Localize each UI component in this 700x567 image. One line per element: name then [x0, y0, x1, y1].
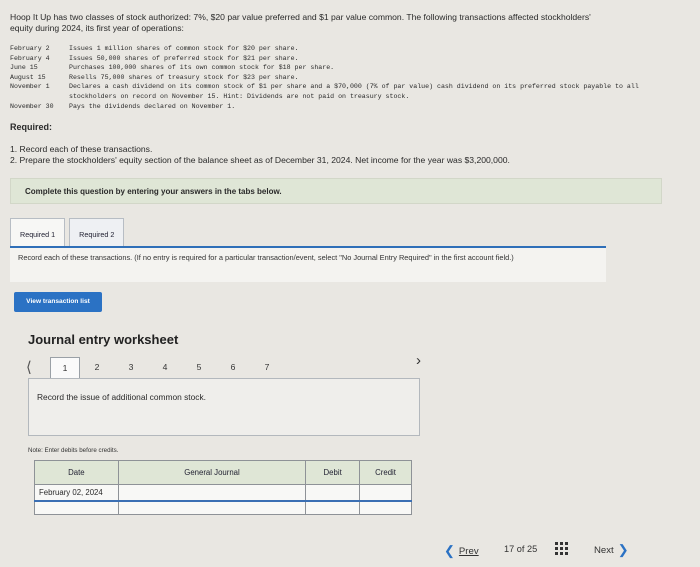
complete-instructions-bar: Complete this question by entering your … [10, 178, 662, 204]
transaction-date: August 15 [10, 73, 46, 81]
transaction-date: November 30 [10, 102, 54, 110]
account-cell[interactable] [117, 484, 307, 501]
general-journal-header: General Journal [117, 460, 307, 485]
view-transaction-list-button[interactable]: View transaction list [14, 292, 102, 312]
transaction-date: February 4 [10, 54, 50, 62]
entry-date-cell[interactable]: February 02, 2024 [34, 484, 119, 501]
transaction-date: June 15 [10, 64, 38, 72]
date-header: Date [34, 460, 119, 485]
instructions-panel: Record each of these transactions. (If n… [10, 246, 606, 282]
next-label: Next [594, 544, 614, 556]
transaction-list: February 2 Issues 1 million shares of com… [10, 44, 660, 111]
worksheet-page-tab[interactable]: 6 [216, 357, 250, 377]
debits-note: Note: Enter debits before credits. [28, 447, 119, 454]
transaction-date: February 2 [10, 45, 50, 52]
tab-required-1[interactable]: Required 1 [10, 218, 66, 246]
problem-intro: Hoop It Up has two classes of stock auth… [10, 12, 591, 33]
required-tabs: Required 1 Required 2 [10, 218, 125, 246]
transaction-row: November 30 Pays the dividends declared o… [10, 102, 660, 112]
transaction-text: Resells 75,000 shares of treasury stock … [69, 73, 299, 81]
transaction-text: Issues 50,000 shares of preferred stock … [69, 54, 299, 62]
required-list: 1. Record each of these transactions. 2.… [10, 144, 510, 166]
chevron-right-icon[interactable]: › [416, 352, 421, 369]
required-item: 1. Record each of these transactions. [10, 144, 153, 154]
date-cell [34, 499, 119, 515]
chevron-left-icon: ❮ [444, 543, 455, 558]
worksheet-title: Journal entry worksheet [28, 332, 179, 347]
table-row [34, 499, 412, 515]
chevron-right-icon: ❯ [617, 542, 629, 557]
transaction-date: November 1 [10, 83, 50, 91]
transaction-text: Purchases 100,000 shares of its own comm… [69, 64, 335, 72]
worksheet-page-tab[interactable]: 4 [148, 357, 182, 377]
complete-instructions-text: Complete this question by entering your … [25, 187, 282, 196]
credit-header: Credit [359, 460, 412, 485]
transaction-text: Pays the dividends declared on November … [69, 102, 236, 110]
worksheet-page-tab[interactable]: 5 [182, 357, 216, 377]
question-counter: 17 of 25 [504, 544, 538, 554]
transaction-row: November 1 Declares a cash dividend on it… [10, 82, 660, 101]
grid-icon[interactable] [555, 542, 568, 555]
debit-cell[interactable] [305, 484, 361, 501]
prev-button[interactable]: ❮ Prev [440, 543, 479, 559]
transaction-text: Declares a cash dividend on its common s… [69, 83, 639, 100]
transaction-text: Issues 1 million shares of common stock … [69, 45, 299, 52]
required-title: Required: [10, 122, 53, 132]
journal-table: Date General Journal Debit Credit Februa… [34, 460, 412, 515]
prev-label: Prev [458, 545, 479, 557]
transaction-row: June 15 Purchases 100,000 shares of its o… [10, 63, 660, 73]
worksheet-page-tab[interactable]: 7 [250, 357, 284, 377]
transaction-row: August 15 Resells 75,000 shares of treasu… [10, 73, 660, 83]
worksheet-page-tab[interactable]: 3 [114, 357, 148, 377]
transaction-row: February 4 Issues 50,000 shares of prefer… [10, 54, 660, 64]
required-item: 2. Prepare the stockholders' equity sect… [10, 155, 510, 165]
record-description-box: Record the issue of additional common st… [28, 378, 420, 436]
chevron-left-icon[interactable]: ⟨ [26, 358, 32, 376]
account-cell[interactable] [117, 499, 307, 515]
next-button[interactable]: Next ❯ [594, 542, 633, 558]
credit-cell[interactable] [359, 484, 412, 501]
instructions-text: Record each of these transactions. (If n… [18, 253, 514, 262]
transaction-row: February 2 Issues 1 million shares of com… [10, 44, 660, 54]
tab-required-2[interactable]: Required 2 [69, 218, 125, 246]
worksheet-page-tab[interactable]: 2 [80, 357, 114, 377]
debit-cell[interactable] [305, 499, 361, 515]
debit-header: Debit [305, 460, 361, 485]
credit-cell[interactable] [359, 499, 412, 515]
record-description: Record the issue of additional common st… [37, 392, 206, 402]
table-row: February 02, 2024 [34, 484, 412, 501]
question-page: Hoop It Up has two classes of stock auth… [0, 0, 700, 567]
journal-header-row: Date General Journal Debit Credit [34, 460, 412, 485]
